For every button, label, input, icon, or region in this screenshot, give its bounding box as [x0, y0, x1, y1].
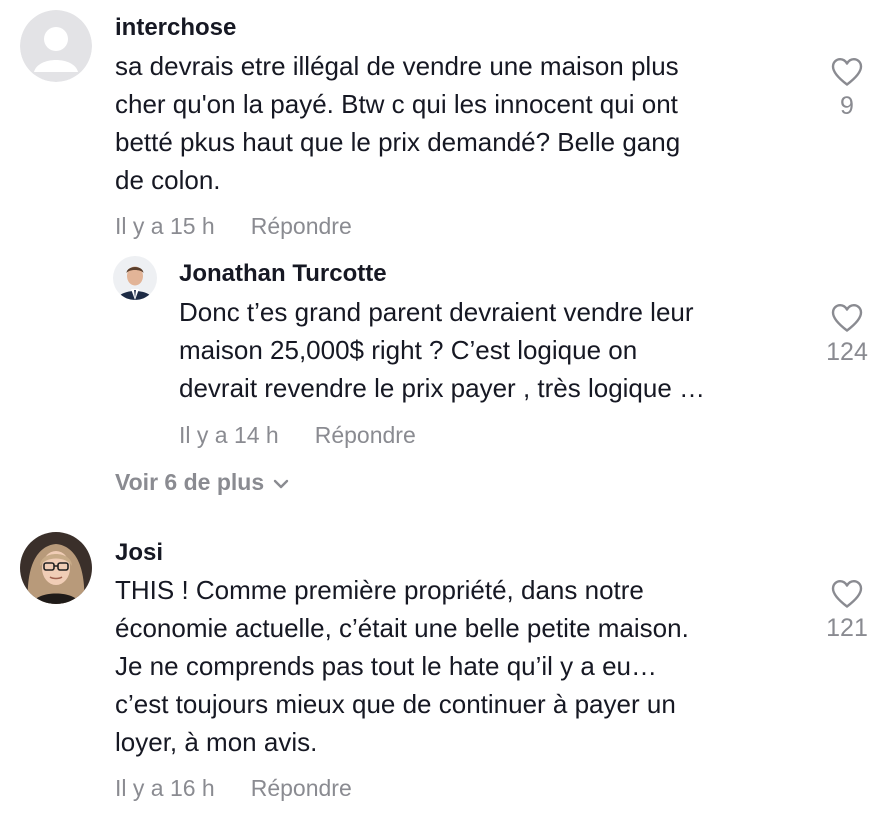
- heart-icon: [831, 304, 863, 332]
- user-avatar[interactable]: [20, 10, 92, 82]
- comment-username[interactable]: Josi: [115, 538, 163, 568]
- like-button[interactable]: 124: [812, 303, 882, 367]
- like-button[interactable]: 9: [812, 57, 882, 121]
- reply-button[interactable]: Répondre: [251, 775, 352, 801]
- like-button[interactable]: 121: [812, 579, 882, 643]
- like-count: 124: [826, 338, 868, 366]
- view-more-label: Voir 6 de plus: [115, 469, 265, 495]
- like-count: 121: [826, 614, 868, 642]
- comment-timestamp: Il y a 14 h: [179, 422, 279, 448]
- comment-text: sa devrais etre illégal de vendre une ma…: [115, 51, 681, 195]
- like-count: 9: [840, 92, 854, 120]
- comment-text: Donc t’es grand parent devraient vendre …: [179, 297, 706, 403]
- comment-username[interactable]: Jonathan Turcotte: [179, 259, 387, 289]
- comment-meta: Il y a 15 h Répondre: [115, 211, 352, 241]
- user-avatar[interactable]: [113, 256, 157, 300]
- comment-text: THIS ! Comme première propriété, dans no…: [115, 575, 689, 757]
- chevron-down-icon: [273, 479, 289, 489]
- comment-username[interactable]: interchose: [115, 13, 236, 43]
- reply-button[interactable]: Répondre: [251, 213, 352, 239]
- comment-timestamp: Il y a 15 h: [115, 213, 215, 239]
- comment-meta: Il y a 14 h Répondre: [179, 420, 416, 450]
- comment-meta: Il y a 16 h Répondre: [115, 773, 352, 803]
- profile-photo: [20, 532, 92, 604]
- heart-icon: [831, 580, 863, 608]
- view-more-replies-button[interactable]: Voir 6 de plus: [115, 467, 290, 497]
- profile-photo: [113, 256, 157, 300]
- comment-timestamp: Il y a 16 h: [115, 775, 215, 801]
- default-avatar-icon: [20, 10, 92, 82]
- user-avatar[interactable]: [20, 532, 92, 604]
- heart-icon: [831, 58, 863, 86]
- reply-button[interactable]: Répondre: [315, 422, 416, 448]
